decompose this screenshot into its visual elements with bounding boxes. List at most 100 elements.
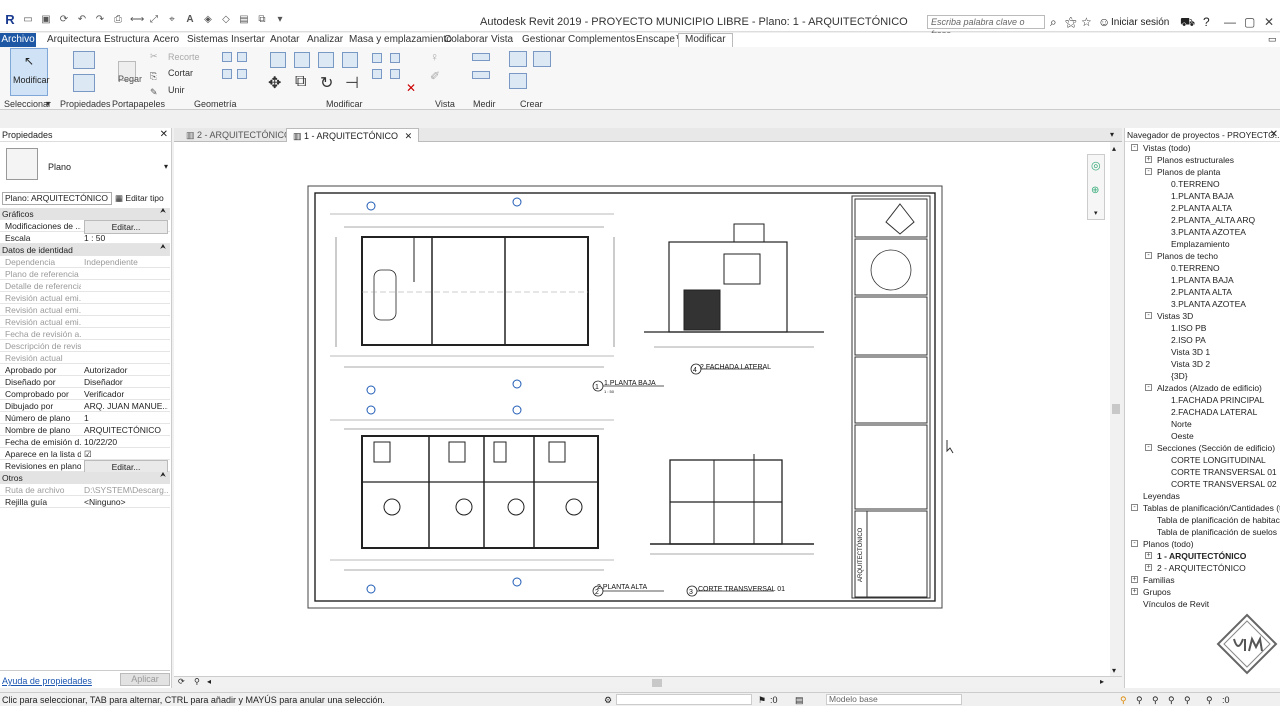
geometry-tool-4-icon[interactable]	[237, 69, 247, 79]
scroll-down-icon[interactable]: ▾	[1112, 666, 1116, 675]
section-graficos[interactable]: Gráficos	[0, 208, 170, 220]
browser-close-icon[interactable]: ✕	[1270, 128, 1278, 142]
favorites-icon[interactable]: ☆	[1081, 15, 1092, 29]
property-value[interactable]: Autorizador	[84, 364, 168, 376]
close-icon[interactable]: ✕	[1264, 15, 1274, 29]
property-value[interactable]: 10/22/20	[84, 436, 168, 448]
design-option-dropdown[interactable]: Modelo base	[826, 694, 962, 705]
collapse-node-icon[interactable]: -	[1145, 252, 1152, 259]
scale-icon[interactable]	[372, 69, 382, 79]
drawing-canvas[interactable]: 1.PLANTA BAJA 1 : 50 2.PLANTA ALTA 2.FAC…	[174, 142, 1122, 676]
search-input[interactable]: Escriba palabra clave o frase	[927, 15, 1045, 39]
property-value[interactable]: ARQUITECTÓNICO	[84, 424, 168, 436]
delete-icon[interactable]: ✕	[406, 81, 416, 95]
browser-item[interactable]: Planos de planta	[1157, 166, 1220, 178]
redo-icon[interactable]: ↷	[94, 14, 106, 26]
type-dropdown-icon[interactable]: ▾	[164, 162, 168, 171]
property-value[interactable]: D:\SYSTEM\Descarg...	[84, 484, 168, 496]
browser-item[interactable]: Familias	[1143, 574, 1175, 586]
cut-geometry-button[interactable]: Cortar	[168, 68, 193, 78]
expand-node-icon[interactable]: +	[1145, 156, 1152, 163]
browser-item[interactable]: Secciones (Sección de edificio)	[1157, 442, 1275, 454]
tab-masa[interactable]: Masa y emplazamiento	[349, 34, 452, 45]
minimize-icon[interactable]: —	[1224, 15, 1236, 29]
move-icon[interactable]: ✥	[268, 73, 281, 93]
trim-icon[interactable]: ⊣	[345, 73, 359, 93]
properties-close-icon[interactable]: ✕	[160, 128, 168, 142]
tab-gestionar[interactable]: Gestionar	[522, 34, 565, 45]
temporary-hide-icon[interactable]: ⚲	[194, 677, 200, 686]
collapse-node-icon[interactable]: -	[1145, 168, 1152, 175]
browser-item[interactable]: 0.TERRENO	[1171, 262, 1220, 274]
tab-view-1[interactable]: ▥ 1 - ARQUITECTÓNICO ✕	[286, 128, 420, 142]
vertical-scrollbar[interactable]: ▴ ▾	[1110, 142, 1122, 676]
view-control-icon[interactable]: ⟳	[178, 677, 185, 686]
array-icon[interactable]	[390, 53, 400, 63]
browser-item[interactable]: CORTE TRANSVERSAL 02	[1171, 478, 1277, 490]
copy-element-icon[interactable]: ⧉	[295, 73, 306, 91]
expand-node-icon[interactable]: +	[1131, 576, 1138, 583]
open-icon[interactable]: ▭	[22, 14, 34, 26]
scroll-up-icon[interactable]: ▴	[1112, 144, 1116, 153]
expand-node-icon[interactable]: +	[1145, 552, 1152, 559]
cart-icon[interactable]: ⛟	[1180, 15, 1195, 31]
browser-item[interactable]: 0.TERRENO	[1171, 178, 1220, 190]
select-by-face-icon[interactable]: ⚲	[1168, 693, 1175, 707]
print-icon[interactable]: ⎙	[112, 14, 124, 26]
browser-item[interactable]: 1 - ARQUITECTÓNICO	[1157, 550, 1246, 562]
create-similar-icon[interactable]	[533, 51, 551, 67]
expand-node-icon[interactable]: +	[1131, 588, 1138, 595]
browser-item[interactable]: 2.PLANTA ALTA	[1171, 202, 1232, 214]
collapse-node-icon[interactable]: -	[1145, 444, 1152, 451]
mirror-draw-icon[interactable]	[342, 52, 358, 68]
browser-item[interactable]: 2.FACHADA LATERAL	[1171, 406, 1257, 418]
property-value[interactable]: <Ninguno>	[84, 496, 168, 508]
collapse-section-icon[interactable]: ⮝	[160, 472, 168, 480]
workset-dropdown[interactable]	[616, 694, 752, 705]
collapse-section-icon[interactable]: ⮝	[160, 244, 168, 252]
property-value[interactable]: ☑	[84, 448, 168, 460]
3d-view-icon[interactable]: ◈	[202, 14, 214, 26]
properties-icon[interactable]	[73, 51, 95, 69]
offset-icon[interactable]	[294, 52, 310, 68]
section-datos-identidad[interactable]: Datos de identidad	[0, 244, 170, 256]
drag-elements-icon[interactable]: ⚲	[1184, 693, 1191, 707]
property-value[interactable]: Independiente	[84, 256, 168, 268]
pin-icon[interactable]	[390, 69, 400, 79]
create-group-icon[interactable]	[509, 51, 527, 67]
type-properties-icon[interactable]	[73, 74, 95, 92]
save-icon[interactable]: ▣	[40, 14, 52, 26]
browser-item[interactable]: 1.ISO PB	[1171, 322, 1206, 334]
mirror-axis-icon[interactable]	[318, 52, 334, 68]
text-icon[interactable]: A	[184, 14, 196, 26]
browser-item[interactable]: Tabla de planificación de suelos	[1157, 526, 1277, 538]
editable-icon[interactable]: ⚑	[758, 693, 766, 707]
tab-colaborar[interactable]: Colaborar	[444, 34, 488, 45]
expand-node-icon[interactable]: +	[1145, 564, 1152, 571]
tab-modificar[interactable]: Modificar	[678, 33, 733, 47]
filter-icon[interactable]: ⚲	[1206, 693, 1213, 707]
edit-type-button[interactable]: ▦ Editar tipo	[115, 192, 164, 205]
tab-anotar[interactable]: Anotar	[270, 34, 299, 45]
property-value[interactable]: ARQ. JUAN MANUE...	[84, 400, 168, 412]
vertical-scroll-thumb[interactable]	[1112, 404, 1120, 414]
measure-icon[interactable]: ⟷	[130, 14, 144, 26]
apply-button[interactable]: Aplicar	[120, 673, 170, 686]
select-underlay-icon[interactable]: ⚲	[1136, 693, 1143, 707]
measure-tool-icon[interactable]	[472, 53, 490, 61]
split-icon[interactable]	[372, 53, 382, 63]
tab-acero[interactable]: Acero	[153, 34, 179, 45]
collapse-section-icon[interactable]: ⮝	[160, 208, 168, 216]
browser-item[interactable]: Norte	[1171, 418, 1192, 430]
browser-item[interactable]: Planos de techo	[1157, 250, 1218, 262]
browser-item[interactable]: 1.PLANTA BAJA	[1171, 274, 1234, 286]
tab-view-2[interactable]: ▥ 2 - ARQUITECTÓNICO	[180, 128, 297, 142]
browser-item[interactable]: 3.PLANTA AZOTEA	[1171, 226, 1246, 238]
property-value[interactable]: 1 : 50	[84, 232, 168, 244]
scroll-left-icon[interactable]: ◂	[207, 677, 211, 686]
browser-item[interactable]: CORTE LONGITUDINAL	[1171, 454, 1266, 466]
browser-item[interactable]: 2.PLANTA ALTA	[1171, 286, 1232, 298]
dimension-icon[interactable]: ⤢	[148, 14, 160, 26]
browser-item[interactable]: 2.ISO PA	[1171, 334, 1206, 346]
seleccionar-dropdown-icon[interactable]: ▾	[46, 99, 50, 108]
